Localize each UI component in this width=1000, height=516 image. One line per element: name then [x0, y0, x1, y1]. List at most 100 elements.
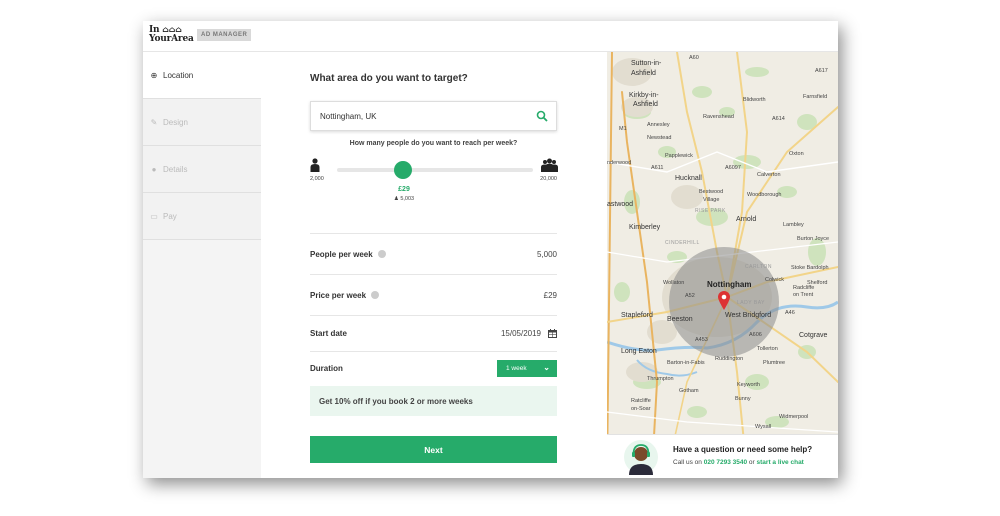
slider-max-label: 20,000 [540, 176, 557, 182]
start-date-label: Start date [310, 329, 347, 338]
location-search-input[interactable]: Nottingham, UK [310, 101, 557, 131]
start-date-row: Start date 15/05/2019 [310, 315, 557, 351]
map-label: Papplewick [665, 153, 693, 159]
search-input-value: Nottingham, UK [320, 111, 377, 121]
map-label: Widmerpool [779, 414, 809, 420]
map-label: Gotham [679, 388, 699, 394]
map-label: Cotgrave [799, 332, 828, 339]
person-small-icon: ♟ [393, 196, 399, 202]
road-label: A60 [689, 55, 699, 61]
discount-banner: Get 10% off if you book 2 or more weeks [310, 386, 557, 416]
person-icon: ● [151, 164, 157, 174]
sidebar-filler [143, 240, 261, 478]
reach-question: How many people do you want to reach per… [349, 140, 518, 147]
map-label: Radcliffe [793, 285, 815, 291]
duration-label: Duration [310, 364, 343, 373]
help-panel: Have a question or need some help? Call … [607, 434, 838, 478]
help-prefix: Call us on [673, 459, 704, 466]
map-label: Keyworth [737, 382, 760, 388]
map-label: Arnold [736, 216, 757, 223]
logo-text-line2: YourArea [149, 34, 194, 44]
people-per-week-row: People per week 5,000 [310, 233, 557, 274]
sidebar-item-details[interactable]: ● Details [143, 146, 261, 193]
map-label: Ashfield [631, 70, 656, 77]
sidebar-item-label: Pay [163, 211, 177, 221]
help-title: Have a question or need some help? [673, 445, 813, 454]
sidebar-item-location[interactable]: ⊕ Location [143, 52, 261, 99]
start-date-value: 15/05/2019 [500, 328, 541, 338]
main-panel: What area do you want to target? Notting… [261, 52, 607, 478]
map-label: RISE PARK [695, 208, 726, 214]
people-per-week-value: 5,000 [536, 249, 557, 259]
map-label: nderwood [607, 160, 632, 166]
road-label: A606 [749, 332, 762, 338]
sidebar-item-label: Location [163, 70, 194, 80]
slider-thumb[interactable] [394, 161, 412, 179]
search-icon[interactable] [536, 110, 548, 122]
ad-manager-badge: AD MANAGER [197, 29, 252, 41]
chevron-down-icon: ⌄ [543, 363, 550, 372]
road-label: A614 [772, 116, 785, 122]
map-label: Bunny [735, 396, 751, 402]
sidebar-item-pay[interactable]: ▭ Pay [143, 193, 261, 240]
map-label: Stoke Bardolph [791, 265, 829, 271]
app-window: In ⌂⌂⌂ YourArea AD MANAGER ⊕ Location ✎ … [143, 21, 838, 478]
duration-value: 1 week [506, 365, 527, 372]
card-icon: ▭ [150, 211, 158, 221]
map-label: Annesley [647, 122, 670, 128]
houses-icon: ⌂⌂⌂ [162, 24, 182, 34]
map-label: Bestwood [699, 189, 724, 195]
map-label: Colwick [765, 277, 784, 283]
map-panel[interactable]: Sutton-in- Ashfield Kirkby-in- Ashfield … [607, 52, 838, 478]
price-per-week-label: Price per week [310, 290, 367, 300]
next-button[interactable]: Next [310, 436, 557, 463]
map-label: LADY BAY [737, 300, 765, 306]
slider-price-label: £29 [398, 186, 410, 193]
calendar-icon[interactable] [548, 329, 557, 339]
inyourarea-logo[interactable]: In ⌂⌂⌂ YourArea [149, 25, 194, 44]
help-phone-link[interactable]: 020 7293 3540 [704, 459, 747, 466]
map-label: Blidworth [743, 97, 766, 103]
map-label: Ruddington [715, 356, 744, 362]
group-people-icon [541, 158, 558, 172]
road-label: A617 [815, 68, 828, 74]
map-label: Ratcliffe [631, 398, 651, 404]
map-label: Kimberley [629, 224, 661, 231]
map-label: Beeston [667, 316, 693, 323]
map-label: on Trent [793, 292, 814, 298]
map-label: CINDERHILL [665, 240, 700, 246]
map-label: Burton Joyce [797, 236, 830, 242]
map-label: Woodborough [747, 192, 782, 198]
duration-select[interactable]: 1 week ⌄ [497, 360, 557, 377]
location-pin-icon: ⊕ [150, 70, 158, 80]
map-label: astwood [607, 201, 634, 208]
slider-people-label: ♟ 5,003 [390, 196, 418, 202]
map-label: Newstead [647, 135, 672, 141]
map-label: Plumtree [763, 360, 786, 366]
map-label: Barton-in-Fabis [667, 360, 705, 366]
slider-track[interactable] [337, 168, 533, 172]
map-label: Calverton [757, 172, 781, 178]
start-date-field[interactable]: 15/05/2019 [500, 328, 557, 339]
sidebar: ⊕ Location ✎ Design ● Details ▭ Pay [143, 52, 261, 478]
road-label: A52 [685, 293, 695, 299]
live-chat-link[interactable]: start a live chat [757, 459, 804, 466]
price-per-week-row: Price per week £29 [310, 274, 557, 315]
help-contact-text: Call us on 020 7293 3540 or start a live… [673, 459, 804, 466]
people-per-week-label: People per week [310, 249, 373, 259]
map-label-city: Nottingham [707, 280, 752, 289]
sidebar-item-design[interactable]: ✎ Design [143, 99, 261, 146]
map-label: Farnsfield [803, 94, 828, 100]
info-icon[interactable] [371, 291, 380, 299]
help-middle: or [747, 459, 757, 466]
info-icon[interactable] [377, 250, 386, 258]
map-label: Ashfield [633, 101, 658, 108]
map-label: Ravenshead [703, 114, 734, 120]
edit-icon: ✎ [150, 117, 158, 127]
map-label: Stapleford [621, 312, 653, 319]
single-person-icon [310, 158, 320, 172]
road-label: A453 [695, 337, 708, 343]
slider-people-value: 5,003 [400, 196, 415, 202]
map-label: West Bridgford [725, 312, 772, 319]
map-label: Village [703, 197, 720, 203]
